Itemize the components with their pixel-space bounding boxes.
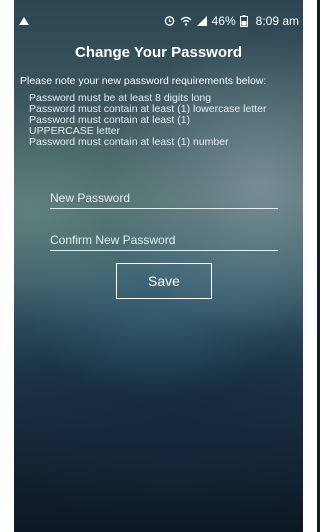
requirements-note: Please note your new password requiremen… xyxy=(20,75,267,87)
right-frame xyxy=(303,0,317,532)
left-frame xyxy=(0,0,14,532)
page-title: Change Your Password xyxy=(75,44,242,61)
notification-icon xyxy=(18,15,30,27)
wifi-icon xyxy=(180,15,192,27)
signal-icon xyxy=(196,15,208,27)
battery-icon xyxy=(239,15,252,27)
battery-percent: 46% xyxy=(211,14,236,28)
status-right: 46% 8:09 am xyxy=(164,14,299,28)
confirm-password-field[interactable]: Confirm New Password xyxy=(50,233,278,251)
status-bar: 46% 8:09 am xyxy=(14,10,303,32)
alarm-icon xyxy=(164,15,176,27)
requirements-list: Password must be at least 8 digits long … xyxy=(14,93,303,148)
save-button[interactable]: Save xyxy=(116,263,212,299)
clock: 8:09 am xyxy=(255,14,299,28)
requirement-number: Password must contain at least (1) numbe… xyxy=(29,136,229,148)
app-screen: 46% 8:09 am Change Your Password Please … xyxy=(14,10,303,532)
new-password-field[interactable]: New Password xyxy=(50,191,278,209)
phone-screen: 46% 8:09 am Change Your Password Please … xyxy=(0,0,317,532)
